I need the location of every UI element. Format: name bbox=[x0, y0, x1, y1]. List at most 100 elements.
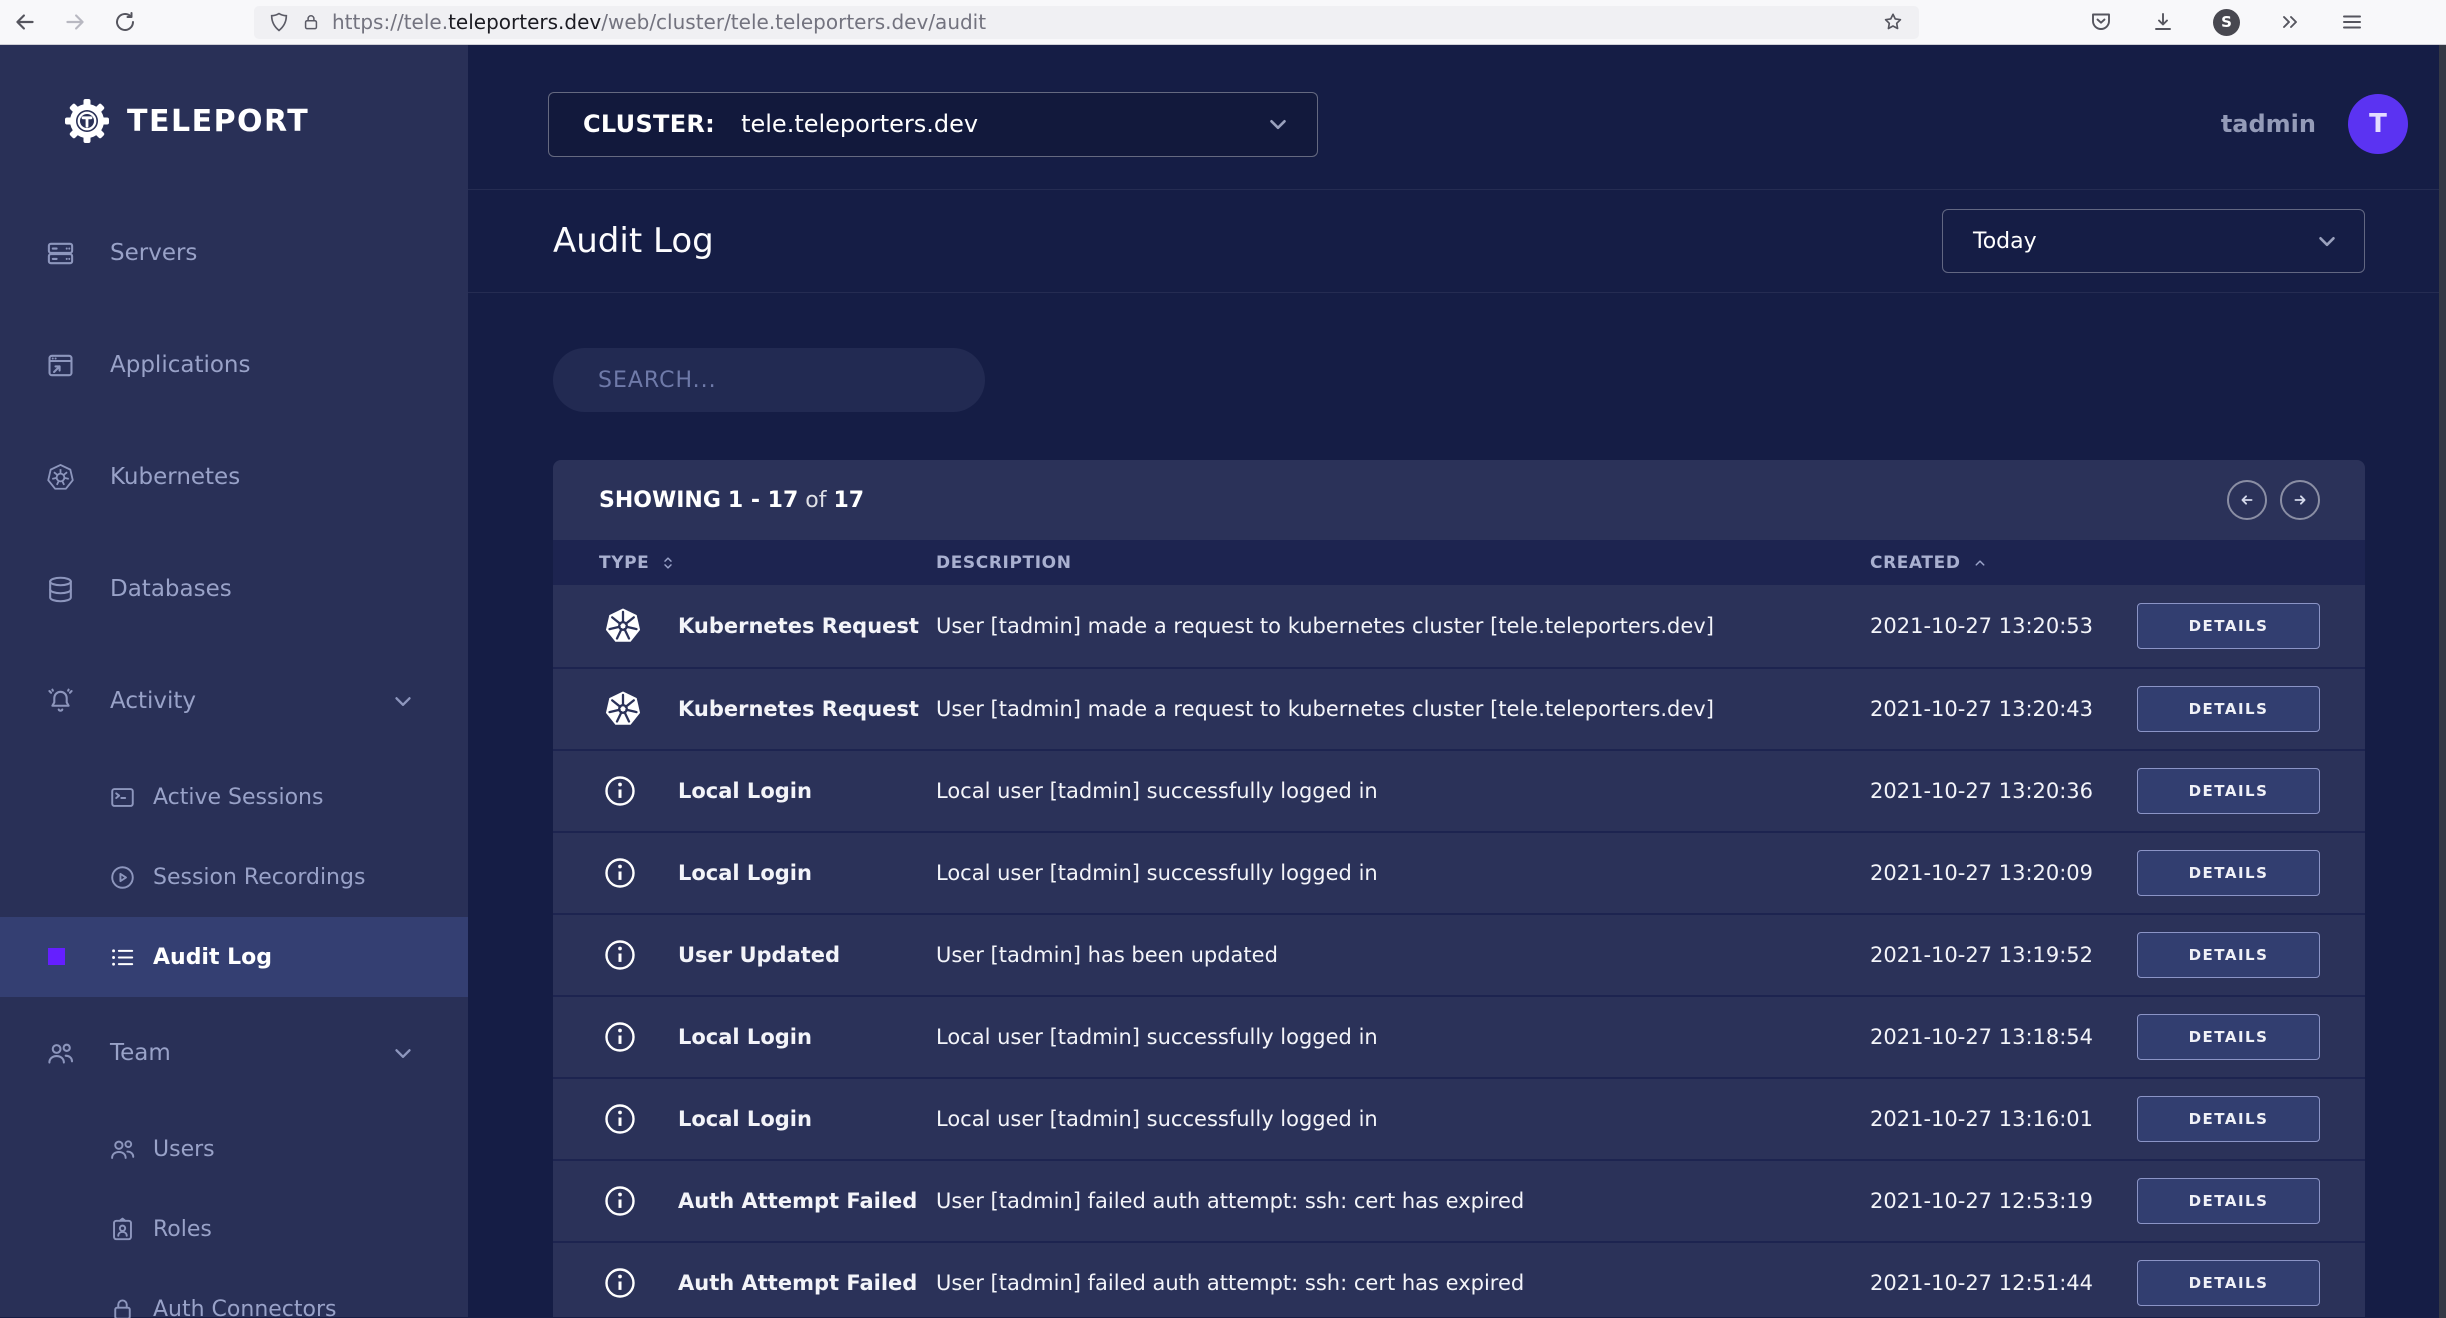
event-type: Local Login bbox=[678, 1025, 812, 1049]
sidebar-item-active-sessions[interactable]: Active Sessions bbox=[0, 757, 468, 837]
details-button[interactable]: DETAILS bbox=[2137, 603, 2320, 649]
event-description: User [tadmin] has been updated bbox=[936, 943, 1278, 967]
showing-text: SHOWING 1 - 17 of 17 bbox=[599, 487, 865, 513]
info-icon bbox=[605, 940, 635, 970]
search-input[interactable] bbox=[553, 348, 985, 412]
browser-forward-button[interactable] bbox=[58, 5, 92, 39]
teleport-logo[interactable]: TELEPORT bbox=[0, 45, 468, 197]
details-button[interactable]: DETAILS bbox=[2137, 686, 2320, 732]
event-description: User [tadmin] made a request to kubernet… bbox=[936, 614, 1714, 638]
browser-reload-button[interactable] bbox=[108, 5, 142, 39]
overflow-chevrons-icon[interactable] bbox=[2278, 5, 2302, 39]
event-type: Auth Attempt Failed bbox=[678, 1189, 918, 1213]
table-row: Local Login Local user [tadmin] successf… bbox=[553, 749, 2365, 831]
page-title: Audit Log bbox=[553, 221, 714, 261]
sidebar-item-roles[interactable]: Roles bbox=[0, 1189, 468, 1269]
event-created: 2021-10-27 13:18:54 bbox=[1870, 1025, 2094, 1049]
details-button[interactable]: DETAILS bbox=[2137, 768, 2320, 814]
table-row: Kubernetes Request User [tadmin] made a … bbox=[553, 585, 2365, 667]
users-icon bbox=[108, 1135, 137, 1164]
event-description: User [tadmin] failed auth attempt: ssh: … bbox=[936, 1271, 1525, 1295]
pocket-icon[interactable] bbox=[2089, 5, 2113, 39]
sidebar-item-label: Roles bbox=[153, 1216, 212, 1242]
event-created: 2021-10-27 12:53:19 bbox=[1870, 1189, 2094, 1213]
avatar[interactable]: T bbox=[2348, 94, 2408, 154]
sidebar-item-team[interactable]: Team bbox=[0, 997, 468, 1109]
kubernetes-icon bbox=[553, 605, 678, 647]
info-icon bbox=[605, 858, 635, 888]
event-type: User Updated bbox=[678, 943, 841, 967]
details-button[interactable]: DETAILS bbox=[2137, 1014, 2320, 1060]
event-type: Kubernetes Request bbox=[678, 697, 919, 721]
kubernetes-icon bbox=[553, 688, 678, 730]
event-created: 2021-10-27 13:20:36 bbox=[1870, 779, 2094, 803]
info-icon bbox=[553, 855, 678, 891]
kubernetes-icon bbox=[45, 462, 76, 493]
info-icon bbox=[553, 1265, 678, 1301]
content-area: SHOWING 1 - 17 of 17 TYPE bbox=[468, 293, 2446, 1317]
sidebar-item-servers[interactable]: Servers bbox=[0, 197, 468, 309]
column-header-created[interactable]: CREATED bbox=[1870, 553, 2365, 573]
details-button[interactable]: DETAILS bbox=[2137, 850, 2320, 896]
browser-toolbar: https://tele.teleporters.dev/web/cluster… bbox=[0, 0, 2446, 45]
sidebar-item-label: Applications bbox=[110, 352, 251, 378]
details-button[interactable]: DETAILS bbox=[2137, 1096, 2320, 1142]
event-type: Kubernetes Request bbox=[678, 614, 919, 638]
next-page-button[interactable] bbox=[2280, 480, 2320, 520]
team-icon bbox=[45, 1038, 76, 1069]
table-row: Local Login Local user [tadmin] successf… bbox=[553, 831, 2365, 913]
sidebar-item-users[interactable]: Users bbox=[0, 1109, 468, 1189]
sidebar-item-kubernetes[interactable]: Kubernetes bbox=[0, 421, 468, 533]
info-icon bbox=[605, 1104, 635, 1134]
info-icon bbox=[553, 1183, 678, 1219]
sidebar: TELEPORT Servers Applications Kubernetes… bbox=[0, 45, 468, 1318]
sidebar-item-activity[interactable]: Activity bbox=[0, 645, 468, 757]
browser-back-button[interactable] bbox=[8, 5, 42, 39]
event-created: 2021-10-27 13:20:53 bbox=[1870, 614, 2094, 638]
lock-icon[interactable] bbox=[301, 12, 321, 32]
details-button[interactable]: DETAILS bbox=[2137, 1178, 2320, 1224]
downloads-icon[interactable] bbox=[2151, 5, 2175, 39]
chevron-down-icon bbox=[1265, 111, 1291, 137]
info-icon bbox=[605, 1186, 635, 1216]
sidebar-item-label: Session Recordings bbox=[153, 864, 366, 890]
sidebar-item-audit-log[interactable]: Audit Log bbox=[0, 917, 468, 997]
info-icon bbox=[605, 1022, 635, 1052]
url-text: https://tele.teleporters.dev/web/cluster… bbox=[332, 10, 987, 34]
logo-text: TELEPORT bbox=[127, 103, 310, 139]
event-type: Local Login bbox=[678, 861, 812, 885]
column-header-description[interactable]: DESCRIPTION bbox=[936, 553, 1870, 573]
bookmark-star-icon[interactable] bbox=[1879, 5, 1907, 39]
event-description: Local user [tadmin] successfully logged … bbox=[936, 1025, 1378, 1049]
roles-icon bbox=[108, 1215, 137, 1244]
prev-page-button[interactable] bbox=[2227, 480, 2267, 520]
sidebar-item-label: Audit Log bbox=[153, 944, 273, 970]
column-header-type[interactable]: TYPE bbox=[553, 553, 936, 573]
event-type: Auth Attempt Failed bbox=[678, 1271, 918, 1295]
info-icon bbox=[553, 1101, 678, 1137]
back-arrow-icon bbox=[16, 14, 34, 30]
info-icon bbox=[553, 937, 678, 973]
details-button[interactable]: DETAILS bbox=[2137, 1260, 2320, 1306]
details-button[interactable]: DETAILS bbox=[2137, 932, 2320, 978]
databases-icon bbox=[45, 574, 76, 605]
event-description: Local user [tadmin] successfully logged … bbox=[936, 1107, 1378, 1131]
browser-address-bar[interactable]: https://tele.teleporters.dev/web/cluster… bbox=[254, 5, 1919, 39]
hamburger-menu-icon[interactable] bbox=[2340, 5, 2364, 39]
event-created: 2021-10-27 13:19:52 bbox=[1870, 943, 2094, 967]
extension-badge[interactable]: S bbox=[2213, 8, 2240, 36]
sidebar-item-databases[interactable]: Databases bbox=[0, 533, 468, 645]
cluster-select-value: tele.teleporters.dev bbox=[741, 110, 979, 138]
cluster-select[interactable]: CLUSTER: tele.teleporters.dev bbox=[548, 91, 1318, 157]
activity-icon bbox=[45, 686, 76, 717]
sidebar-item-session-recordings[interactable]: Session Recordings bbox=[0, 837, 468, 917]
page-scrollbar[interactable] bbox=[2439, 45, 2446, 1318]
date-range-select[interactable]: Today bbox=[1942, 209, 2365, 273]
cluster-select-label: CLUSTER: bbox=[583, 110, 716, 138]
sidebar-item-auth-connectors[interactable]: Auth Connectors bbox=[0, 1269, 468, 1318]
tracking-protection-shield-icon[interactable] bbox=[268, 11, 290, 33]
applications-icon bbox=[45, 350, 76, 381]
info-icon bbox=[605, 1268, 635, 1298]
sidebar-item-applications[interactable]: Applications bbox=[0, 309, 468, 421]
table-body: Kubernetes Request User [tadmin] made a … bbox=[553, 585, 2365, 1317]
